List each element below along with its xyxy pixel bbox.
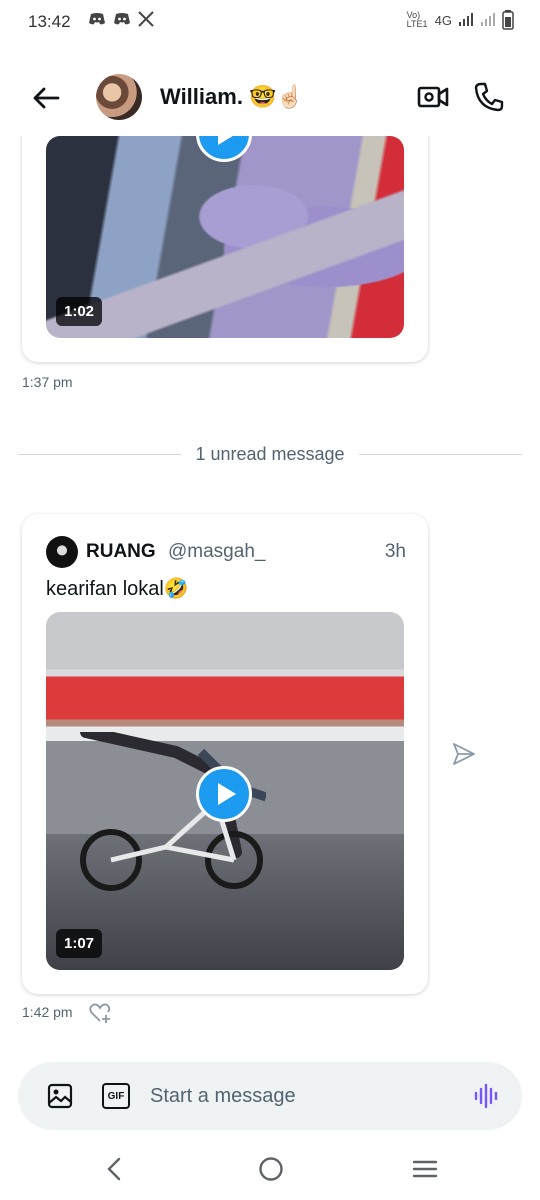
gif-button[interactable]: GIF: [102, 1083, 130, 1109]
system-status-icons: Vo) LTE1 4G: [407, 10, 514, 30]
contact-name[interactable]: William. 🤓☝🏻: [160, 84, 304, 110]
unread-divider: 1 unread message: [18, 436, 523, 472]
nav-home-icon[interactable]: [256, 1154, 286, 1184]
message-list[interactable]: 1:02 1:37 pm 1 unread message RUANG @mas…: [0, 136, 540, 1052]
play-button[interactable]: [196, 766, 252, 822]
discord-icon: [114, 13, 130, 25]
author-avatar[interactable]: [46, 536, 78, 568]
divider-line: [358, 453, 523, 455]
video-duration: 1:07: [56, 929, 103, 958]
signal-icon: [481, 13, 495, 26]
signal-icon: [459, 13, 473, 26]
status-bar: 13:42 Vo) LTE1 4G: [0, 0, 540, 44]
post-header: RUANG @masgah_ 3h: [46, 536, 406, 570]
message-composer: GIF: [18, 1062, 522, 1130]
status-time: 13:42: [28, 12, 71, 31]
video-thumbnail[interactable]: 1:02: [46, 136, 404, 338]
post-age: 3h: [384, 541, 406, 562]
back-arrow-icon[interactable]: [28, 80, 64, 116]
play-icon: [217, 136, 236, 145]
message-input[interactable]: [150, 1076, 450, 1116]
discord-icon: [89, 13, 105, 25]
unread-label: 1 unread message: [195, 443, 345, 464]
voice-message-icon[interactable]: [472, 1082, 500, 1110]
notification-icons: [88, 11, 154, 27]
contact-avatar[interactable]: [96, 74, 142, 120]
video-camera-icon[interactable]: [416, 80, 450, 114]
shared-post-card[interactable]: RUANG @masgah_ 3h kearifan lokal🤣 1:07: [22, 514, 428, 994]
author-handle[interactable]: @masgah_: [168, 541, 265, 563]
message-timestamp: 1:42 pm: [22, 1004, 73, 1020]
battery-icon: [502, 10, 514, 30]
share-icon[interactable]: [450, 740, 478, 768]
divider-line: [18, 453, 182, 455]
post-text: kearifan lokal🤣: [46, 578, 189, 600]
add-reaction-icon[interactable]: [88, 1002, 112, 1024]
phone-icon[interactable]: [472, 80, 506, 114]
conversation-header: William. 🤓☝🏻: [0, 60, 540, 136]
video-message-card[interactable]: 1:02: [22, 136, 428, 362]
author-name[interactable]: RUANG: [86, 541, 156, 563]
video-duration: 1:02: [56, 297, 103, 326]
image-icon[interactable]: [46, 1082, 74, 1110]
system-nav-bar: [0, 1140, 540, 1200]
message-timestamp: 1:37 pm: [22, 374, 73, 390]
network-label: 4G: [434, 12, 452, 28]
nav-recents-icon[interactable]: [410, 1154, 440, 1184]
play-icon: [217, 783, 236, 805]
volte-label: Vo) LTE1: [406, 10, 428, 29]
nav-back-icon[interactable]: [100, 1154, 130, 1184]
x-icon: [138, 11, 154, 27]
